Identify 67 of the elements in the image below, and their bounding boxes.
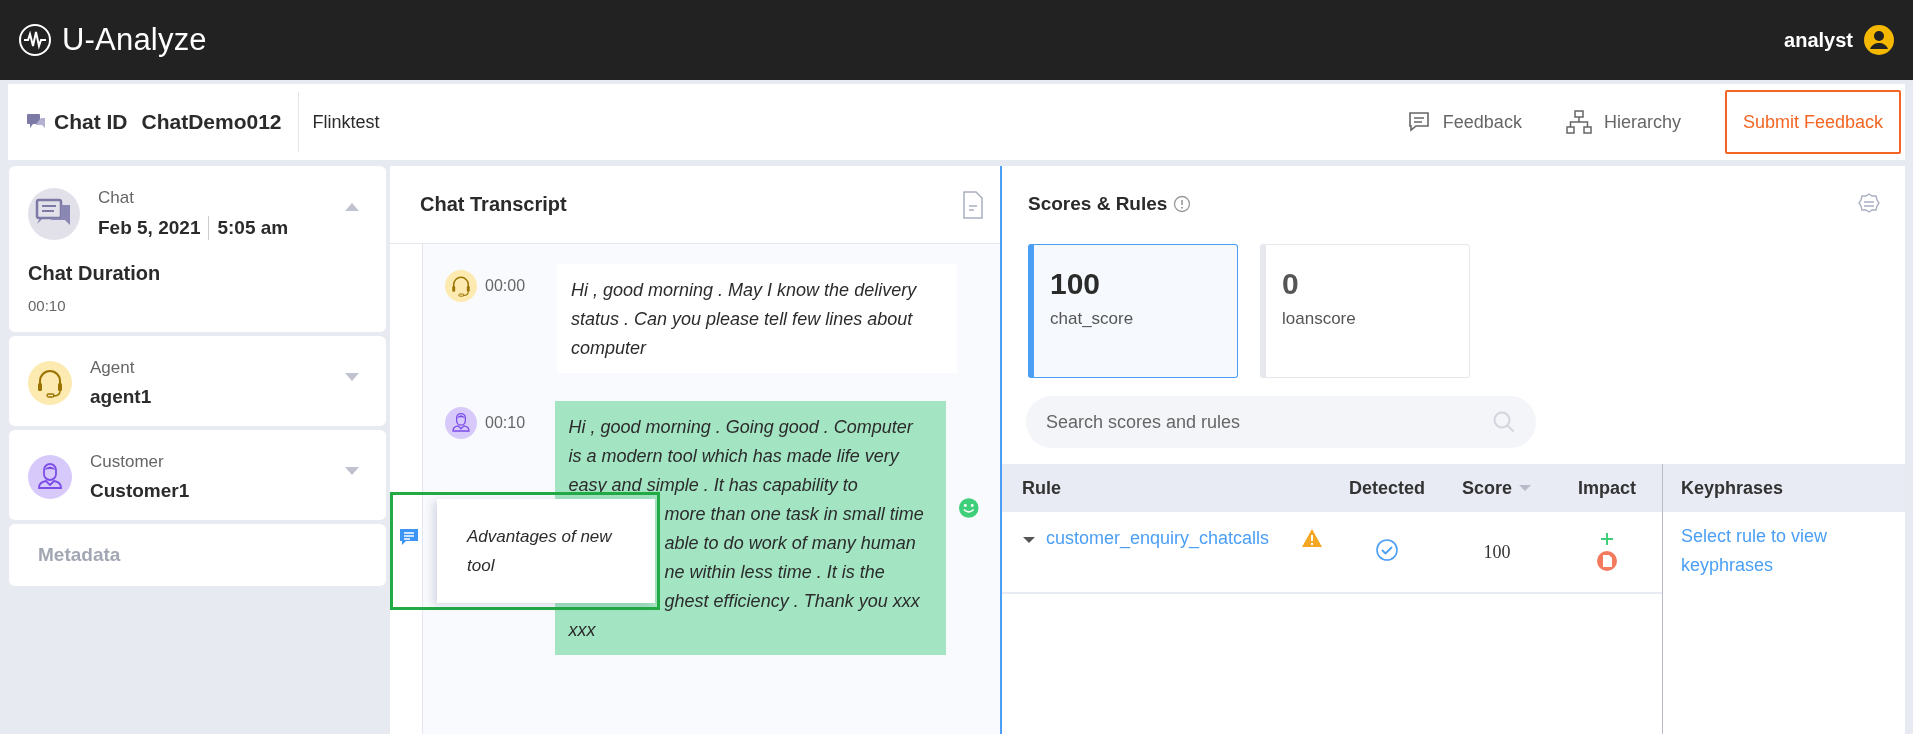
- chat-date: Feb 5, 2021: [98, 217, 201, 239]
- message-text: able to do work of many human: [664, 532, 916, 555]
- score-name: chat_score: [1050, 309, 1135, 329]
- card-label: Chat: [98, 188, 135, 208]
- score-value: 100: [1050, 267, 1102, 301]
- comment-icon[interactable]: [399, 527, 419, 547]
- person-avatar-icon: [28, 455, 72, 499]
- search-field[interactable]: Search scores and rules: [1026, 396, 1536, 448]
- score-card[interactable]: 100 chat_score: [1028, 244, 1238, 378]
- panel-title: Chat Transcript: [420, 193, 567, 216]
- column-header[interactable]: Score: [1462, 477, 1512, 499]
- message-text: xxx: [568, 619, 596, 642]
- plus-icon: [1600, 532, 1614, 546]
- card-label: Agent: [90, 358, 136, 378]
- note-text: Advantages of new tool: [467, 526, 614, 577]
- search-icon: [1492, 410, 1516, 434]
- message-text: is a modern tool which has made life very: [568, 445, 899, 468]
- settings-icon[interactable]: [1857, 192, 1881, 216]
- headset-avatar-icon: [445, 270, 477, 302]
- card-label: Customer: [90, 452, 165, 472]
- column-header: Detected: [1349, 477, 1425, 498]
- message-time: 00:10: [485, 414, 526, 432]
- app-title: U-Analyze: [62, 22, 207, 58]
- hierarchy-icon: [1565, 110, 1592, 134]
- keyphrases-hint: Select rule to view keyphrases: [1680, 525, 1829, 577]
- message-time: 00:00: [485, 277, 526, 295]
- message-text: ne within less time . It is the: [664, 561, 885, 584]
- message-text: Hi , good morning . May I know the delivery: [571, 279, 917, 302]
- message-text: Hi , good morning . Going good . Computer: [568, 416, 913, 439]
- duration-label: Chat Duration: [28, 262, 162, 285]
- customer-name: Customer1: [90, 480, 191, 502]
- sort-caret-icon[interactable]: [1518, 484, 1532, 492]
- user-avatar-icon[interactable]: [1863, 24, 1895, 56]
- headset-avatar-icon: [28, 361, 72, 405]
- expand-caret-icon[interactable]: [1022, 536, 1036, 544]
- hierarchy-button[interactable]: Hierarchy: [1565, 110, 1681, 134]
- submit-feedback-button[interactable]: Submit Feedback: [1724, 90, 1901, 154]
- message-text: ghest efficiency . Thank you xxx: [664, 590, 920, 613]
- wave-logo-icon: [18, 23, 52, 57]
- collapse-caret-icon[interactable]: [344, 202, 360, 212]
- score-name: loanscore: [1282, 309, 1357, 329]
- message-text: computer: [571, 337, 647, 360]
- message-text: more than one task in small time: [664, 503, 924, 526]
- column-header: Rule: [1022, 477, 1061, 498]
- duration-value: 00:10: [28, 297, 67, 314]
- score-value: 0: [1282, 267, 1300, 301]
- message-text: status . Can you please tell few lines about: [571, 308, 913, 331]
- chat-avatar-icon: [28, 188, 80, 240]
- chat-id: ChatDemo012: [141, 110, 282, 134]
- chat-time: 5:05 am: [217, 217, 289, 239]
- warning-icon: [1301, 528, 1324, 548]
- chat-id-label: Chat ID: [54, 110, 128, 134]
- agent-name: agent1: [90, 386, 153, 408]
- column-header: Impact: [1578, 477, 1636, 498]
- document-icon[interactable]: [962, 190, 984, 219]
- score-value: 100: [1483, 541, 1511, 563]
- score-card[interactable]: 0 loanscore: [1260, 244, 1470, 378]
- document-icon[interactable]: [1596, 550, 1618, 572]
- feedback-button[interactable]: Feedback: [1406, 110, 1522, 134]
- tenant-name: Flinktest: [311, 111, 381, 133]
- person-avatar-icon: [445, 407, 477, 439]
- panel-title: Scores & Rules: [1028, 193, 1168, 215]
- message-text: easy and simple . It has capability to: [568, 474, 858, 497]
- comment-icon: [1406, 110, 1431, 134]
- user-name: analyst: [1784, 28, 1853, 52]
- column-header: Keyphrases: [1681, 477, 1784, 499]
- info-icon: [1173, 195, 1192, 213]
